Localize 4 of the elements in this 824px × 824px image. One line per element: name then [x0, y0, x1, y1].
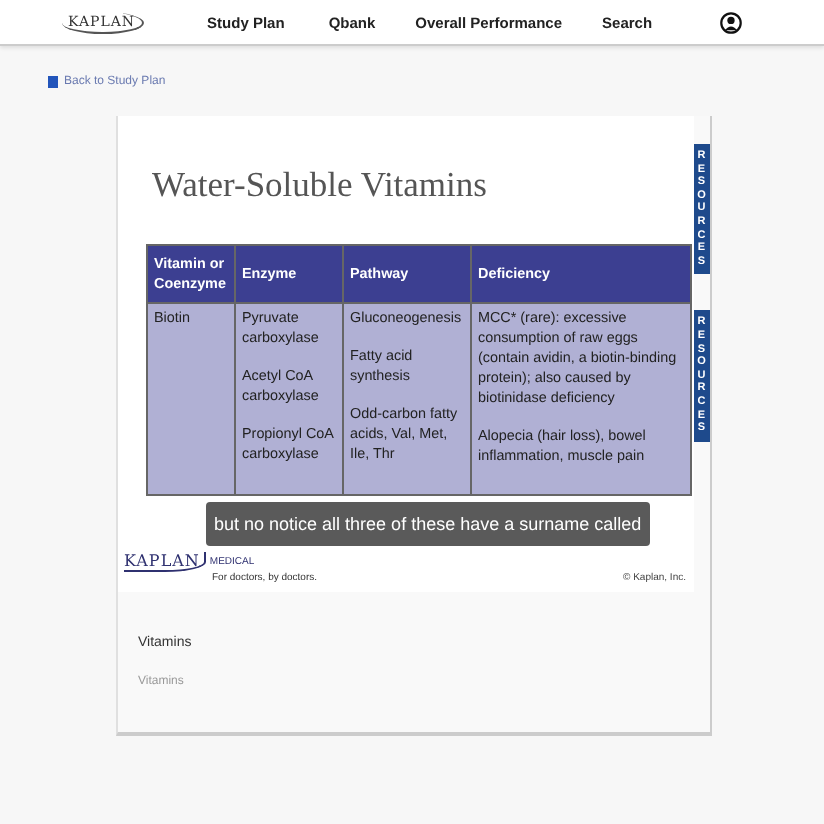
subtitle-caption: but no notice all three of these have a surname called: [206, 501, 650, 546]
user-icon[interactable]: [720, 11, 742, 33]
slide-title: Water-Soluble Vitamins: [152, 164, 489, 206]
kaplan-logo: KAPLAN: [124, 551, 206, 572]
